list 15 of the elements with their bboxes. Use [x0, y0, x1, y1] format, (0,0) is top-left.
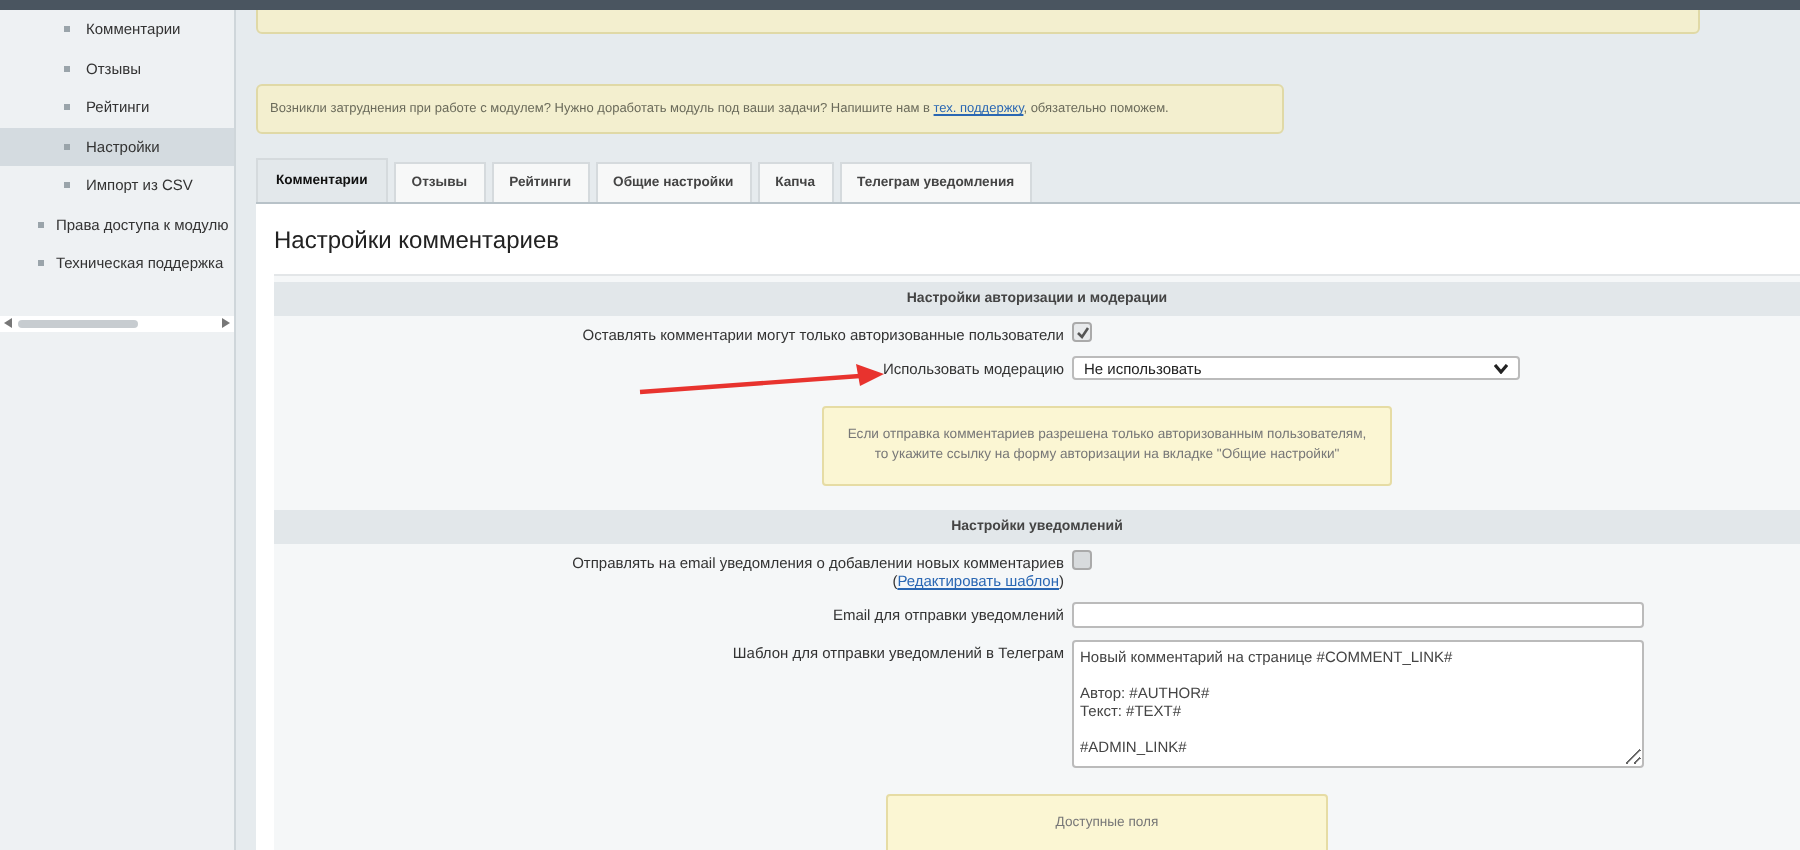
scroll-right-icon[interactable]: [222, 318, 230, 328]
bullet-icon: [38, 221, 44, 228]
bullet-icon: [38, 260, 44, 267]
page-title: Настройки комментариев: [274, 226, 561, 254]
scrollbar[interactable]: [0, 315, 234, 331]
checkbox[interactable]: [1072, 550, 1092, 571]
email-field[interactable]: [1072, 602, 1644, 629]
bullet-icon: [64, 26, 70, 33]
bullet-icon: [64, 182, 70, 189]
scroll-left-icon[interactable]: [4, 318, 12, 328]
bullet-icon: [64, 104, 70, 111]
checkbox[interactable]: [1072, 322, 1092, 342]
caret-icon: [1494, 359, 1508, 377]
bullet-icon: [64, 143, 70, 150]
bullet-icon: [64, 65, 70, 72]
